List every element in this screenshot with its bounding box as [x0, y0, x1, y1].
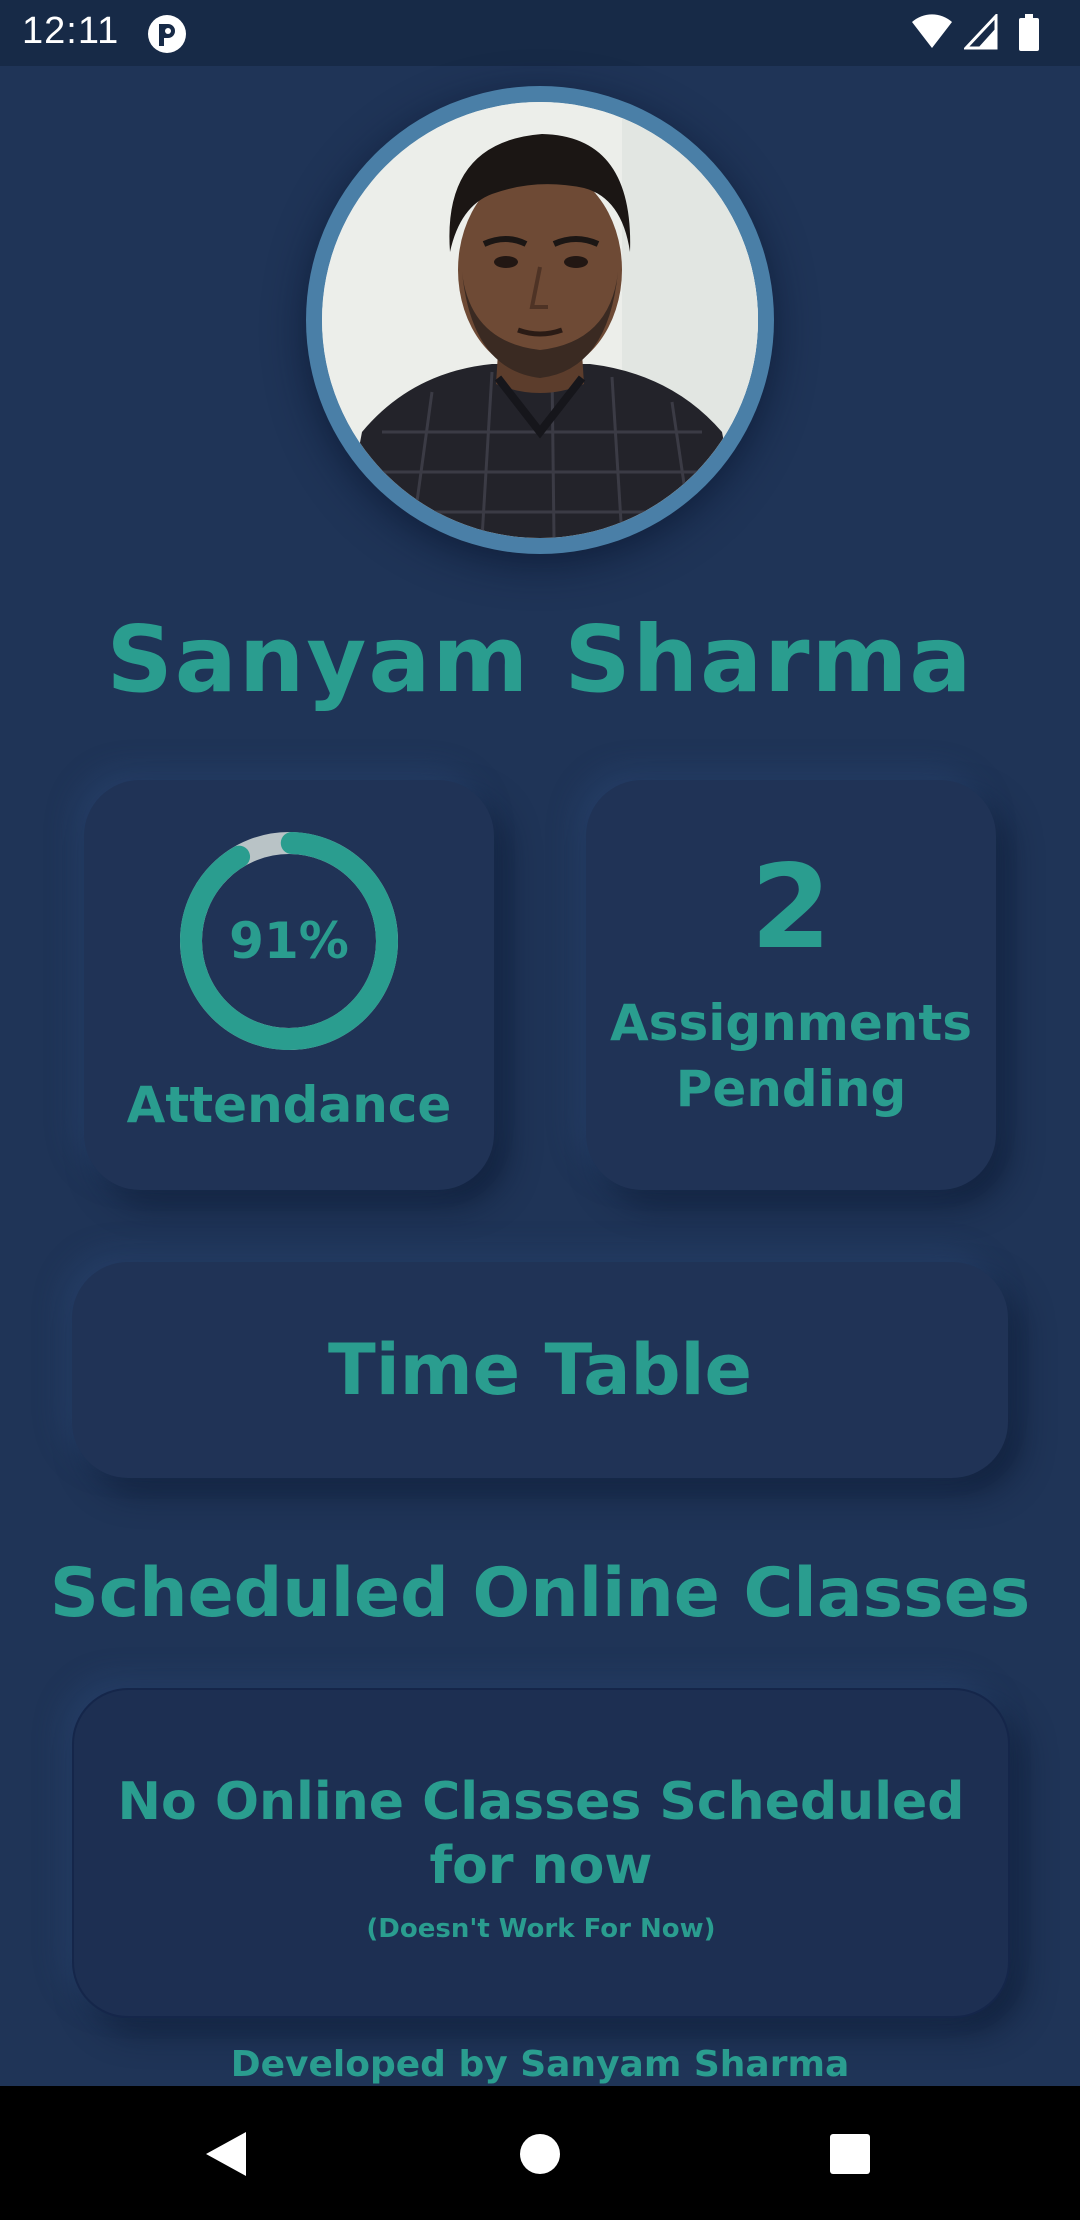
- dashboard-screen: Sanyam Sharma 91% Attendance 2 Assignmen…: [0, 66, 1080, 2086]
- footer-credit: Developed by Sanyam Sharma: [230, 2044, 850, 2085]
- battery-icon: [1019, 14, 1039, 51]
- online-classes-title: Scheduled Online Classes: [49, 1554, 1031, 1633]
- assignments-count: 2: [750, 840, 832, 975]
- back-icon[interactable]: [198, 2126, 254, 2182]
- recents-icon[interactable]: [822, 2126, 878, 2182]
- timetable-button[interactable]: Time Table: [72, 1262, 1008, 1478]
- online-classes-message-line2: for now: [429, 1836, 653, 1896]
- status-bar: 12:11: [0, 0, 1080, 66]
- profile-photo: [322, 102, 758, 538]
- attendance-percent: 91%: [229, 912, 349, 970]
- online-classes-card: No Online Classes Scheduled for now (Doe…: [72, 1688, 1010, 2018]
- assignments-card[interactable]: 2 Assignments Pending: [586, 780, 996, 1190]
- assignments-label-line1: Assignments: [609, 994, 972, 1052]
- timetable-label: Time Table: [327, 1329, 753, 1411]
- online-classes-message-line1: No Online Classes Scheduled: [117, 1772, 965, 1832]
- attendance-label: Attendance: [126, 1076, 452, 1134]
- wifi-icon: [912, 14, 952, 48]
- online-classes-note: (Doesn't Work For Now): [366, 1914, 716, 1944]
- avatar-border: [306, 86, 774, 554]
- navigation-bar: [0, 2086, 1080, 2220]
- online-classes-message: No Online Classes Scheduled for now: [94, 1770, 988, 1898]
- attendance-progress-ring: 91%: [178, 830, 400, 1052]
- avatar[interactable]: [322, 102, 758, 538]
- profile-name: Sanyam Sharma: [106, 606, 974, 713]
- status-time: 12:11: [22, 10, 120, 52]
- app-notification-icon: [146, 13, 188, 55]
- attendance-card[interactable]: 91% Attendance: [84, 780, 494, 1190]
- home-icon[interactable]: [512, 2126, 568, 2182]
- assignments-label-line2: Pending: [675, 1060, 907, 1118]
- assignments-label: Assignments Pending: [586, 990, 996, 1122]
- cellular-signal-icon: [964, 14, 998, 50]
